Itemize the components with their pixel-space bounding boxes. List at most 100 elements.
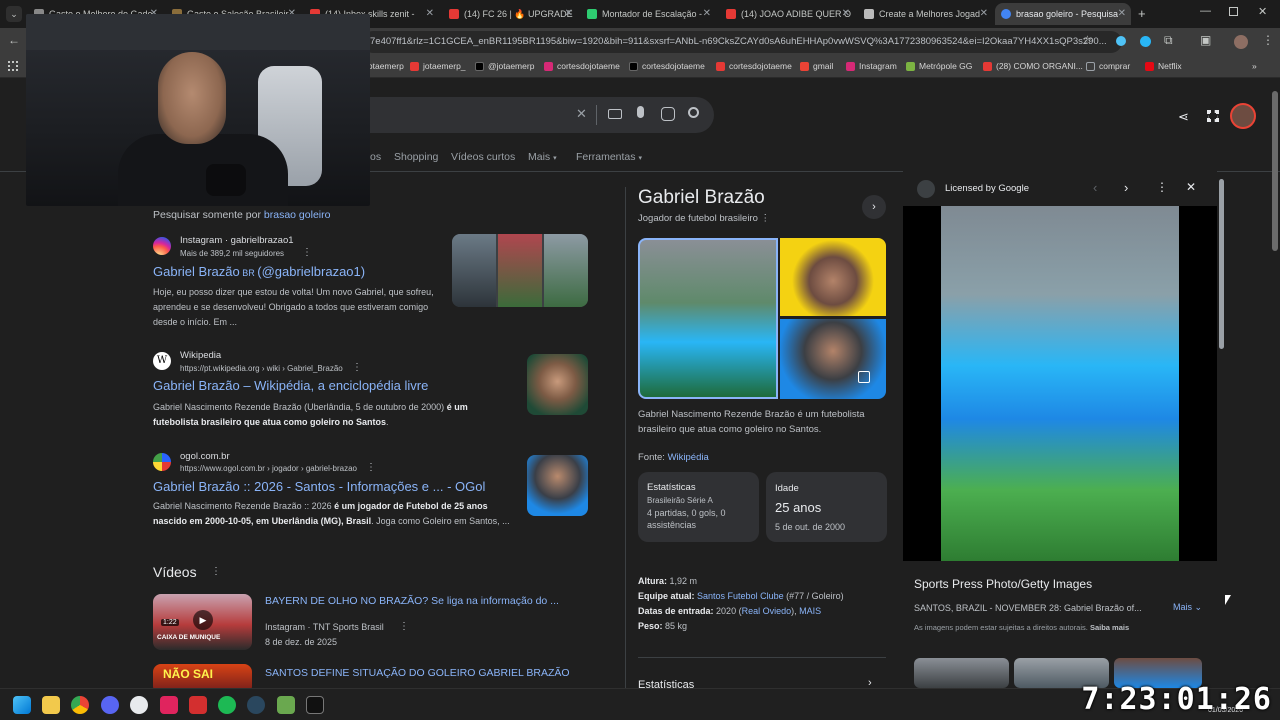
video-options-icon[interactable]: ⋮	[399, 621, 409, 632]
kp-main-image[interactable]	[638, 238, 778, 399]
kp-image[interactable]	[780, 319, 886, 399]
tab-close-icon[interactable]: ✕	[703, 8, 711, 19]
tab-close-icon[interactable]: ✕	[842, 8, 850, 19]
microphone-icon[interactable]	[637, 106, 644, 118]
bookmark-item[interactable]: comprar	[1086, 61, 1130, 71]
bookmark-item[interactable]: gmail	[800, 61, 833, 71]
media-icon[interactable]: ▣	[1200, 33, 1211, 47]
tab-close-icon[interactable]: ✕	[426, 8, 434, 19]
file-explorer-icon[interactable]	[42, 696, 60, 714]
menu-kebab-icon[interactable]: ⋮	[1262, 33, 1274, 47]
result-title-link[interactable]: Gabriel Brazão BR (@gabrielbrazao1)	[153, 264, 365, 279]
tab-close-icon[interactable]: ✕	[1118, 8, 1126, 19]
bookmark-item[interactable]: cortesdojotaeme	[629, 61, 705, 71]
close-window-icon[interactable]: ✕	[1258, 5, 1267, 18]
tab-short-videos[interactable]: Vídeos curtos	[451, 151, 515, 163]
result-options-icon[interactable]: ⋮	[366, 462, 376, 473]
preview-scrollbar[interactable]	[1219, 179, 1224, 349]
bookmark-item[interactable]: cortesdojotaeme	[544, 61, 620, 71]
kp-source-link[interactable]: Wikipédia	[668, 452, 709, 463]
kp-expand-button[interactable]: ›	[862, 195, 886, 219]
preview-options-icon[interactable]: ⋮	[1156, 180, 1168, 194]
rights-link[interactable]: Saiba mais	[1090, 623, 1129, 632]
next-image-icon[interactable]: ›	[1124, 180, 1128, 195]
fact-link[interactable]: MAIS	[799, 606, 821, 616]
filter-link[interactable]: brasao goleiro	[264, 209, 331, 221]
epic-games-icon[interactable]	[306, 696, 324, 714]
tab-images[interactable]: os	[370, 151, 381, 163]
bookmark-item[interactable]: cortesdojotaeme	[716, 61, 792, 71]
play-button-icon[interactable]: ▶	[193, 610, 213, 630]
kp-next-section[interactable]: Estatísticas	[638, 679, 694, 688]
kp-image[interactable]	[780, 238, 886, 316]
extension-icon[interactable]	[1140, 36, 1151, 47]
lens-camera-icon[interactable]	[661, 107, 675, 121]
google-apps-grid-icon[interactable]	[1207, 110, 1219, 122]
preview-more[interactable]: Mais ⌄	[1173, 602, 1202, 613]
bookmark-item[interactable]: jotaemerp_	[410, 61, 466, 71]
kp-stats-card[interactable]: Estatísticas Brasileirão Série A 4 parti…	[638, 472, 759, 542]
tab-shopping[interactable]: Shopping	[394, 151, 438, 163]
back-icon[interactable]: ←	[8, 33, 20, 47]
page-scrollbar[interactable]	[1272, 91, 1278, 251]
app-icon[interactable]	[130, 696, 148, 714]
bookmark-item[interactable]: (28) COMO ORGANI...	[983, 61, 1083, 71]
more-bookmarks-icon[interactable]: »	[1252, 61, 1257, 71]
minecraft-icon[interactable]	[277, 696, 295, 714]
clear-search-icon[interactable]: ✕	[576, 106, 587, 122]
windows-start-icon[interactable]	[13, 696, 31, 714]
preview-source[interactable]: Sports Press Photo/Getty Images	[914, 577, 1092, 591]
browser-tab[interactable]: (14) FC 26 | 🔥 UPGRADE ✕	[443, 3, 578, 25]
account-avatar[interactable]	[1230, 103, 1256, 129]
kp-age-card[interactable]: Idade 25 anos 5 de out. de 2000	[766, 472, 887, 542]
result-thumbnail-group[interactable]	[452, 234, 588, 307]
video-thumbnail[interactable]: ▶ CAIXA DE MUNIQUE 1:22	[153, 594, 252, 650]
browser-tab[interactable]: Montador de Escalação - ✕	[581, 3, 716, 25]
fact-link[interactable]: Santos Futebol Clube	[697, 591, 784, 601]
tab-search-chevron-icon[interactable]: ⌄	[6, 6, 22, 22]
image-gallery-icon[interactable]	[858, 371, 870, 383]
address-bar[interactable]: 7e407ff1&rlz=1C1GCEA_enBR1195BR1195&biw=…	[362, 31, 1122, 53]
bookmark-item[interactable]: Metrópole GG	[906, 61, 972, 71]
tab-tools[interactable]: Ferramentas ▾	[576, 151, 642, 163]
close-preview-icon[interactable]: ✕	[1186, 180, 1196, 194]
tab-more[interactable]: Mais ▾	[528, 151, 557, 163]
kp-section-expand-icon[interactable]: ›	[868, 677, 872, 688]
extensions-puzzle-icon[interactable]: ⧉	[1164, 33, 1173, 48]
video-title-link[interactable]: SANTOS DEFINE SITUAÇÃO DO GOLEIRO GABRIE…	[265, 667, 570, 679]
result-thumbnail[interactable]	[527, 455, 588, 516]
profile-avatar[interactable]	[1234, 35, 1248, 49]
video-thumbnail[interactable]: NÃO SAI	[153, 664, 252, 688]
apps-grid-icon[interactable]	[8, 61, 18, 71]
result-title-link[interactable]: Gabriel Brazão – Wikipédia, a enciclopéd…	[153, 378, 428, 393]
fact-link[interactable]: Real Oviedo	[742, 606, 792, 616]
browser-tab[interactable]: (14) JOAO ADIBE QUER O ✕	[720, 3, 855, 25]
kp-options-icon[interactable]: ⋮	[761, 213, 771, 224]
tab-close-icon[interactable]: ✕	[565, 8, 573, 19]
browser-tab-active[interactable]: brasao goleiro - Pesquisa ✕	[995, 3, 1131, 25]
video-title-link[interactable]: BAYERN DE OLHO NO BRAZÃO? Se liga na inf…	[265, 595, 559, 607]
spotify-icon[interactable]	[218, 696, 236, 714]
bookmark-item[interactable]: Netflix	[1145, 61, 1182, 71]
browser-tab[interactable]: Create a Melhores Jogad ✕	[858, 3, 993, 25]
videos-options-icon[interactable]: ⋮	[211, 566, 221, 577]
chrome-icon[interactable]	[71, 696, 89, 714]
result-options-icon[interactable]: ⋮	[302, 247, 312, 258]
discord-icon[interactable]	[101, 696, 119, 714]
result-options-icon[interactable]: ⋮	[352, 362, 362, 373]
tab-close-icon[interactable]: ✕	[980, 8, 988, 19]
bookmark-star-icon[interactable]: ☆	[1082, 33, 1093, 47]
extension-icon[interactable]	[1116, 36, 1126, 46]
share-icon[interactable]: ⋖	[1178, 109, 1189, 125]
minimize-icon[interactable]: —	[1200, 5, 1211, 17]
bookmark-item[interactable]: Instagram	[846, 61, 897, 71]
app-icon[interactable]	[189, 696, 207, 714]
bookmark-item[interactable]: @jotaemerp	[475, 61, 534, 71]
result-title-link[interactable]: Gabriel Brazão :: 2026 - Santos - Inform…	[153, 479, 485, 494]
related-image[interactable]	[914, 658, 1009, 688]
preview-image[interactable]	[941, 206, 1179, 561]
search-icon[interactable]	[688, 107, 699, 118]
previous-image-icon[interactable]: ‹	[1093, 180, 1097, 195]
result-thumbnail[interactable]	[527, 354, 588, 415]
maximize-icon[interactable]	[1229, 7, 1238, 16]
